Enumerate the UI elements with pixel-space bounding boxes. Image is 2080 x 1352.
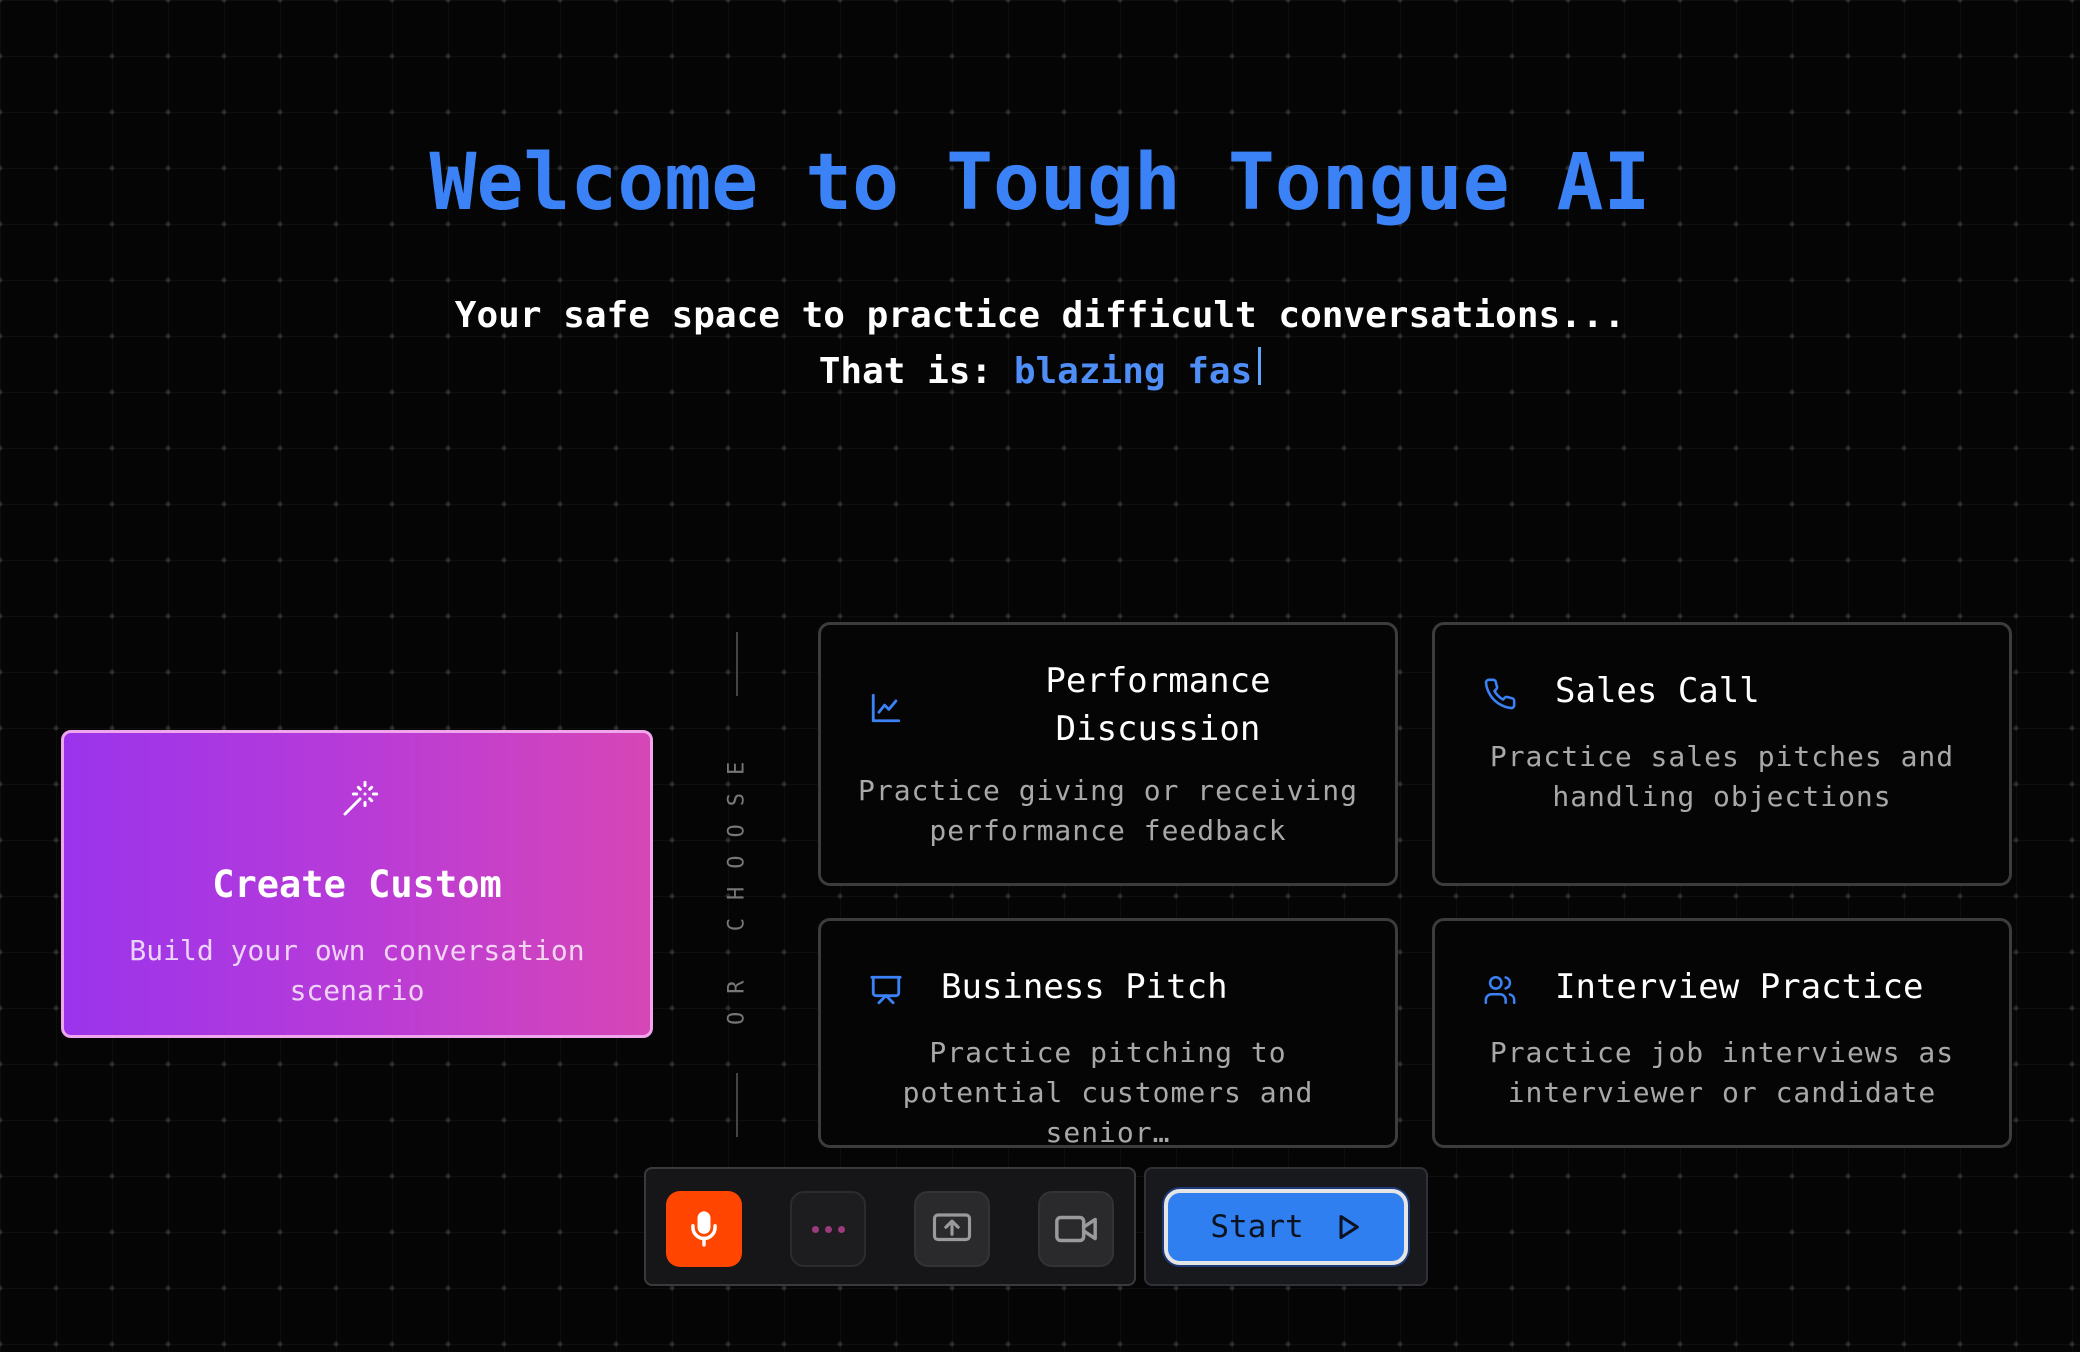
subtitle: Your safe space to practice difficult co…	[454, 295, 1626, 336]
scenario-card-interview-practice[interactable]: Interview Practice Practice job intervie…	[1432, 918, 2012, 1148]
scenario-description: Practice sales pitches and handling obje…	[1489, 740, 1955, 813]
start-button[interactable]: Start	[1164, 1189, 1408, 1265]
screen-share-icon	[932, 1213, 972, 1242]
scenario-title: Performance Discussion	[1045, 661, 1271, 749]
line-chart-icon	[871, 693, 901, 723]
scenario-card-sales-call[interactable]: Sales Call Practice sales pitches and ha…	[1432, 622, 2012, 886]
wand-sparkles-icon	[343, 780, 379, 816]
start-label: Start	[1210, 1209, 1304, 1245]
scenario-title: Interview Practice	[1555, 967, 1924, 1007]
tagline: That is: blazing fas	[0, 344, 2080, 400]
or-choose-divider: OR CHOOSE	[724, 632, 750, 1137]
video-camera-icon	[1055, 1215, 1097, 1243]
divider-line-bottom	[736, 1073, 738, 1137]
screen-share-button[interactable]	[914, 1191, 990, 1267]
phone-icon	[1484, 678, 1516, 710]
users-icon	[1484, 975, 1516, 1005]
more-options-button[interactable]	[790, 1191, 866, 1267]
tagline-typed: blazing fas	[1013, 351, 1253, 392]
tagline-prefix: That is:	[818, 351, 993, 392]
microphone-icon	[691, 1211, 717, 1247]
scenario-card-business-pitch[interactable]: Business Pitch Practice pitching to pote…	[818, 918, 1398, 1149]
scenario-description: Practice pitching to potential customers…	[902, 1036, 1314, 1149]
scenario-description: Practice job interviews as interviewer o…	[1489, 1036, 1955, 1109]
more-dots-icon	[811, 1225, 845, 1233]
presentation-icon	[870, 975, 902, 1005]
create-custom-title: Create Custom	[212, 863, 502, 906]
mic-button[interactable]	[666, 1191, 742, 1267]
text-cursor	[1258, 347, 1262, 385]
start-container: Start	[1144, 1167, 1428, 1286]
scenario-description: Practice giving or receiving performance…	[857, 774, 1358, 847]
scenario-card-performance-discussion[interactable]: Performance Discussion Practice giving o…	[818, 622, 1398, 886]
subtitle-block: Your safe space to practice difficult co…	[0, 288, 2080, 400]
create-custom-description: Build your own conversation scenario	[129, 934, 585, 1007]
scenario-title: Business Pitch	[941, 967, 1228, 1007]
media-controls-bar	[644, 1167, 1136, 1286]
play-icon	[1339, 1214, 1359, 1240]
divider-line-top	[736, 632, 738, 696]
create-custom-card[interactable]: Create Custom Build your own conversatio…	[61, 730, 653, 1038]
page-title: Welcome to Tough Tongue AI	[429, 138, 1651, 228]
or-choose-label: OR CHOOSE	[724, 743, 750, 1026]
scenario-title: Sales Call	[1555, 671, 1760, 711]
video-button[interactable]	[1038, 1191, 1114, 1267]
